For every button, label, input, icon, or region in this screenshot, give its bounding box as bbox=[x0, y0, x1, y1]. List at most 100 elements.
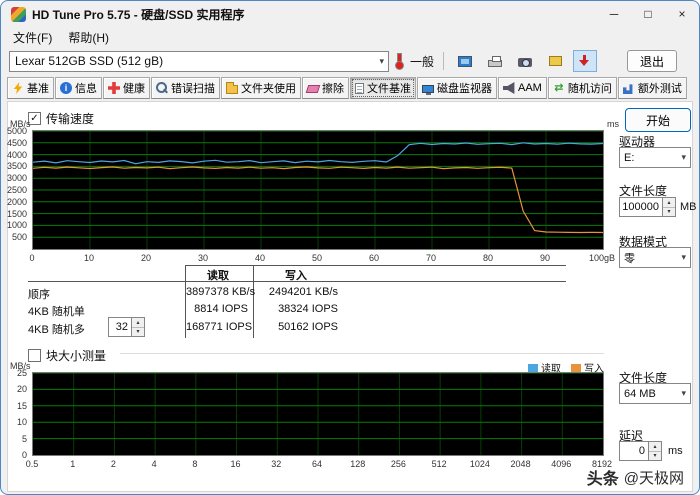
drive-combo[interactable]: E: ▾ bbox=[619, 147, 691, 168]
eraser-icon bbox=[305, 85, 321, 93]
temperature-status: 一般 bbox=[410, 54, 435, 69]
x-axis-tick-label: 16 bbox=[230, 459, 241, 469]
drive-select[interactable]: Lexar 512GB SSD (512 gB) ▾ bbox=[9, 50, 389, 72]
watermark: 头条 @天极网 bbox=[587, 465, 684, 489]
tab-erase[interactable]: 擦除 bbox=[302, 77, 349, 99]
menu-file[interactable]: 文件(F) bbox=[5, 27, 60, 48]
tab-aam[interactable]: AAM bbox=[498, 77, 547, 99]
tab-label: 文件夹使用 bbox=[241, 83, 296, 95]
menu-help[interactable]: 帮助(H) bbox=[60, 27, 117, 48]
tab-random-access[interactable]: ⇄ 随机访问 bbox=[547, 77, 617, 99]
sequential-write-value: 2494201 KB/s bbox=[268, 286, 338, 298]
export-button[interactable] bbox=[543, 50, 567, 72]
table-top-border bbox=[185, 265, 566, 266]
y-axis-tick-label: 3500 bbox=[6, 161, 27, 172]
read-column-header: 读取 bbox=[207, 270, 229, 282]
transfer-speed-chart bbox=[32, 130, 604, 250]
download-arrow-icon bbox=[579, 55, 591, 67]
spin-down-icon[interactable]: ▾ bbox=[663, 206, 675, 216]
file-length-stepper[interactable]: 100000 ▴ ▾ bbox=[619, 197, 676, 217]
right-axis-unit: ms bbox=[607, 119, 619, 129]
bar-chart-icon bbox=[622, 84, 633, 94]
y-axis-tick-label: 10 bbox=[16, 417, 27, 428]
app-logo-icon bbox=[11, 6, 26, 22]
toolbar-separator bbox=[443, 52, 445, 70]
queue-depth-stepper[interactable]: 32 ▴ ▾ bbox=[108, 317, 145, 337]
screenshot-button[interactable] bbox=[513, 50, 537, 72]
x-axis-tick-label: 2 bbox=[110, 459, 116, 469]
x-axis-tick-label: 0.5 bbox=[25, 459, 39, 469]
latency-unit: ms bbox=[668, 445, 683, 457]
window-controls: ─ □ × bbox=[597, 1, 699, 27]
tab-error-scan[interactable]: 错误扫描 bbox=[151, 77, 220, 99]
tab-label: 额外测试 bbox=[637, 83, 682, 95]
x-axis-tick-label: 1024 bbox=[469, 459, 490, 469]
y-axis-tick-label: 5 bbox=[21, 433, 27, 444]
benchmark-icon bbox=[13, 82, 23, 94]
exit-button[interactable]: 退出 bbox=[627, 50, 678, 72]
tab-extra-tests[interactable]: 额外测试 bbox=[617, 77, 687, 99]
row-label: 4KB 随机单 bbox=[28, 306, 85, 318]
spin-up-icon[interactable]: ▴ bbox=[649, 442, 661, 451]
watermark-account: @天极网 bbox=[623, 469, 684, 487]
spin-down-icon[interactable]: ▾ bbox=[649, 450, 661, 460]
drive-combo-value: E: bbox=[624, 151, 635, 164]
copy-screen-button[interactable] bbox=[453, 50, 477, 72]
x-axis-tick-label: 60 bbox=[368, 253, 380, 263]
data-mode-value: 零 bbox=[624, 252, 635, 265]
tab-folder-usage[interactable]: 文件夹使用 bbox=[221, 77, 301, 99]
data-mode-combo[interactable]: 零 ▾ bbox=[619, 247, 691, 268]
sequential-read-value: 3897378 KB/s bbox=[186, 286, 256, 298]
monitor-icon bbox=[458, 55, 473, 67]
block-file-length-combo[interactable]: 64 MB ▾ bbox=[619, 383, 691, 404]
x-axis-tick-label: 70 bbox=[425, 253, 437, 263]
thermometer-icon bbox=[395, 52, 404, 70]
block-size-checkbox[interactable]: 块大小测量 bbox=[28, 347, 106, 364]
window-title: HD Tune Pro 5.75 - 硬盘/SSD 实用程序 bbox=[32, 7, 245, 22]
tab-disk-monitor[interactable]: 磁盘监视器 bbox=[417, 77, 497, 99]
spin-down-icon[interactable]: ▾ bbox=[132, 326, 144, 336]
latency-stepper[interactable]: 0 ▴ ▾ bbox=[619, 441, 662, 461]
health-cross-icon bbox=[108, 82, 120, 94]
block-file-length-value: 64 MB bbox=[624, 387, 656, 400]
print-button[interactable] bbox=[483, 50, 507, 72]
row-label: 4KB 随机多 bbox=[28, 324, 85, 336]
tab-info[interactable]: 信息 bbox=[55, 77, 102, 99]
spin-up-icon[interactable]: ▴ bbox=[132, 318, 144, 327]
transfer-speed-checkbox[interactable]: ✓ 传输速度 bbox=[28, 110, 94, 127]
spin-up-icon[interactable]: ▴ bbox=[663, 198, 675, 207]
y-axis-tick-label: 2500 bbox=[6, 185, 27, 195]
file-benchmark-panel: ✓ 传输速度 开始 MB/s ms 500 1000 1500 2000 2500 300… bbox=[6, 101, 697, 492]
export-icon bbox=[548, 56, 562, 66]
minimize-button[interactable]: ─ bbox=[597, 1, 631, 27]
tab-health[interactable]: 健康 bbox=[103, 77, 150, 99]
x-axis-tick-label: 40 bbox=[254, 253, 266, 263]
close-button[interactable]: × bbox=[665, 1, 699, 27]
legend-swatch bbox=[528, 363, 538, 372]
random-multi-read-value: 168771 IOPS bbox=[186, 321, 253, 333]
chevron-down-icon: ▾ bbox=[681, 152, 686, 162]
x-axis-tick-label: 8 bbox=[192, 459, 198, 469]
capture-button[interactable] bbox=[573, 50, 598, 72]
tab-benchmark[interactable]: 基准 bbox=[7, 77, 54, 99]
random-multi-write-value: 50162 IOPS bbox=[278, 321, 338, 333]
x-axis-tick-label: 20 bbox=[140, 253, 152, 263]
tab-label: 基准 bbox=[27, 83, 49, 95]
document-icon bbox=[355, 82, 364, 94]
tab-label: 错误扫描 bbox=[171, 83, 215, 95]
block-size-chart bbox=[32, 372, 604, 456]
row-label: 顺序 bbox=[28, 289, 50, 301]
y-axis-tick-label: 3000 bbox=[6, 173, 27, 184]
watermark-brand: 头条 bbox=[586, 471, 619, 488]
tab-file-benchmark[interactable]: 文件基准 bbox=[350, 77, 416, 99]
y-axis-tick-label: 2000 bbox=[6, 196, 27, 207]
y-axis-tick-label: 5000 bbox=[6, 126, 27, 136]
block-size-label: 块大小测量 bbox=[46, 349, 107, 363]
magnifier-icon bbox=[156, 82, 168, 94]
random-single-write-value: 38324 IOPS bbox=[278, 303, 338, 315]
tab-label: 信息 bbox=[75, 83, 97, 95]
start-button[interactable]: 开始 bbox=[625, 108, 691, 132]
drive-select-value: Lexar 512GB SSD (512 gB) bbox=[15, 54, 164, 68]
maximize-button[interactable]: □ bbox=[631, 1, 665, 27]
tab-label: 磁盘监视器 bbox=[437, 83, 492, 95]
